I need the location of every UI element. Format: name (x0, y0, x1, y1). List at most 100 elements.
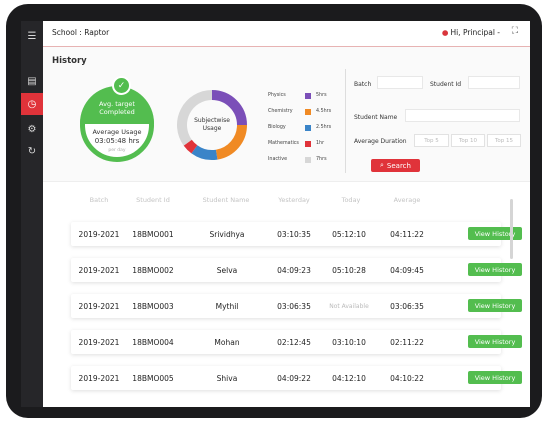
avg-duration-label: Average Duration (354, 138, 407, 145)
col-header-batch: Batch (89, 196, 109, 204)
view-history-button[interactable]: View History (468, 371, 522, 384)
page-title: History (52, 56, 87, 66)
donut-label-line1: Subjectwise (194, 117, 230, 124)
legend-name: Physics (268, 93, 286, 98)
legend-swatch (305, 125, 311, 131)
student-id-label: Student Id (430, 81, 462, 88)
cell-student-id: 18BMO002 (132, 266, 174, 275)
cell-student-id: 18BMO005 (132, 374, 174, 383)
legend-item: Mathematics 1hr (268, 138, 338, 154)
cell-batch: 2019-2021 (78, 338, 120, 347)
cell-average: 03:06:35 (390, 302, 424, 311)
search-label: Search (386, 161, 411, 170)
greeting-text: Hi, Principal - (450, 28, 500, 37)
target-line2: Completed (99, 108, 135, 116)
refresh-icon[interactable]: ↻ (21, 140, 43, 162)
cell-yesterday: 04:09:22 (277, 374, 311, 383)
col-header-student-id: Student Id (136, 196, 170, 204)
menu-icon[interactable]: ☰ (21, 25, 43, 47)
toggle-top5[interactable]: Top 5 (414, 134, 449, 147)
sidebar: ☰ ▤ ◷ ⚙ ↻ (21, 21, 43, 407)
subject-legend: Physics 5hrs Chemistry 4.5hrs Biology 2.5hrs M… (268, 90, 338, 170)
target-line1: Avg. target (99, 100, 135, 108)
student-name-input[interactable] (405, 109, 520, 122)
cell-today: Not Available (329, 303, 369, 310)
table-row: 2019-2021 18BMO005 Shiva 04:09:22 04:12:10 04… (71, 366, 522, 390)
student-name-label: Student Name (354, 114, 398, 121)
scrollbar[interactable] (510, 199, 513, 259)
user-menu[interactable]: ● Hi, Principal - (442, 28, 500, 37)
view-history-button[interactable]: View History (468, 299, 522, 312)
legend-swatch (305, 157, 311, 163)
student-id-input[interactable] (468, 76, 520, 89)
view-history-button[interactable]: View History (468, 335, 522, 348)
legend-name: Inactive (268, 157, 288, 162)
cell-today: 03:10:10 (332, 338, 366, 347)
legend-name: Mathematics (268, 141, 299, 146)
legend-value: 5hrs (316, 93, 327, 98)
view-history-button[interactable]: View History (468, 263, 522, 276)
legend-swatch (305, 141, 311, 147)
user-icon: ● (441, 28, 449, 37)
table-row: 2019-2021 18BMO002 Selva 04:09:23 05:10:28 04… (71, 258, 522, 282)
cell-student-id: 18BMO004 (132, 338, 174, 347)
cell-today: 05:12:10 (332, 230, 366, 239)
donut-center-label: Subjectwise Usage (187, 117, 237, 133)
cell-student-name: Mythil (215, 302, 239, 311)
table-row: 2019-2021 18BMO001 Srividhya 03:10:35 05:12:… (71, 222, 522, 246)
school-name: School : Raptor (52, 28, 110, 37)
cell-student-id: 18BMO003 (132, 302, 174, 311)
batch-input[interactable] (377, 76, 423, 89)
toggle-top15[interactable]: Top 15 (487, 134, 521, 147)
col-header-yesterday: Yesterday (278, 196, 310, 204)
usage-sub: per day (108, 148, 126, 153)
cell-yesterday: 03:10:35 (277, 230, 311, 239)
legend-value: 1hr (316, 141, 325, 146)
cell-student-name: Srividhya (209, 230, 245, 239)
table-row: 2019-2021 18BMO004 Mohan 02:12:45 03:10:10 02… (71, 330, 522, 354)
cell-student-name: Mohan (214, 338, 240, 347)
donut-segment-biology (191, 145, 218, 160)
cell-student-name: Selva (216, 266, 238, 275)
top-bar: School : Raptor ● Hi, Principal - ⛶ (43, 21, 530, 47)
cell-student-id: 18BMO001 (132, 230, 174, 239)
legend-value: 7hrs (316, 157, 327, 162)
cell-yesterday: 03:06:35 (277, 302, 311, 311)
cell-today: 05:10:28 (332, 266, 366, 275)
cell-average: 02:11:22 (390, 338, 424, 347)
cell-yesterday: 02:12:45 (277, 338, 311, 347)
legend-swatch (305, 109, 311, 115)
donut-segment-mathematics (183, 139, 198, 154)
legend-swatch (305, 93, 311, 99)
cell-today: 04:12:10 (332, 374, 366, 383)
check-icon: ✓ (112, 76, 131, 95)
legend-item: Physics 5hrs (268, 90, 338, 106)
cell-batch: 2019-2021 (78, 302, 120, 311)
legend-name: Chemistry (268, 109, 293, 114)
settings-icon[interactable]: ⚙ (21, 118, 43, 140)
legend-item: Biology 2.5hrs (268, 122, 338, 138)
document-icon[interactable]: ▤ (21, 70, 43, 92)
col-header-today: Today (341, 196, 361, 204)
cell-batch: 2019-2021 (78, 374, 120, 383)
legend-name: Biology (268, 125, 286, 130)
cell-average: 04:09:45 (390, 266, 424, 275)
col-header-student-name: Student Name (202, 196, 250, 204)
clock-icon[interactable]: ◷ (21, 93, 43, 115)
legend-item: Inactive 7hrs (268, 154, 338, 170)
toggle-top10[interactable]: Top 10 (451, 134, 485, 147)
cell-batch: 2019-2021 (78, 230, 120, 239)
search-button[interactable]: ⌕ Search (371, 159, 420, 172)
cell-average: 04:10:22 (390, 374, 424, 383)
legend-value: 2.5hrs (316, 125, 332, 130)
donut-label-line2: Usage (202, 125, 222, 132)
cell-average: 04:11:22 (390, 230, 424, 239)
table-row: 2019-2021 18BMO003 Mythil 03:06:35 Not Avail… (71, 294, 522, 318)
target-label: Avg. target Completed (85, 100, 149, 116)
cell-yesterday: 04:09:23 (277, 266, 311, 275)
panel-divider (345, 69, 346, 173)
view-history-button[interactable]: View History (468, 227, 522, 240)
expand-icon[interactable]: ⛶ (512, 26, 518, 36)
usage-label: Average Usage (92, 128, 142, 136)
col-header-average: Average (393, 196, 421, 204)
